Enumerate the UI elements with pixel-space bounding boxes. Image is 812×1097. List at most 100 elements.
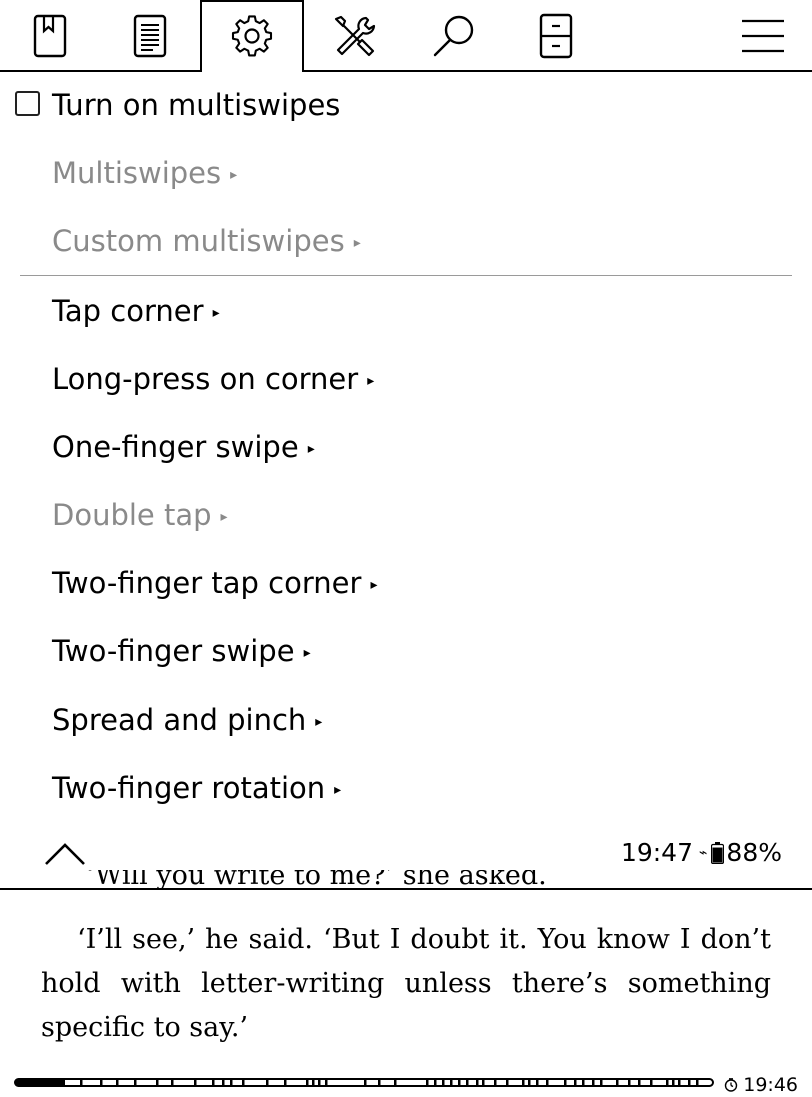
chapter-mark (466, 1080, 469, 1085)
chapter-mark (442, 1080, 445, 1085)
menu-item-label: One-finger swipe (52, 430, 299, 464)
charging-icon: ⌁ (698, 845, 708, 861)
chapter-mark (672, 1080, 675, 1085)
menu-item-custom-multiswipes[interactable]: Custom multiswipes ▸ (52, 224, 361, 260)
footer-time-text: 19:46 (743, 1074, 798, 1096)
chapter-mark (678, 1080, 681, 1085)
tab-bookmark[interactable] (0, 0, 100, 72)
contents-list-icon (133, 14, 167, 58)
chapter-mark (564, 1080, 567, 1085)
chapter-mark (171, 1080, 174, 1085)
hamburger-menu-icon (742, 19, 784, 53)
reading-progress-bar[interactable] (14, 1078, 714, 1087)
book-partial-line: ‘Will you write to me?’ she asked. (86, 870, 786, 892)
menu-item-label: Double tap (52, 498, 212, 532)
chapter-mark (650, 1080, 653, 1085)
chapter-mark (616, 1080, 619, 1085)
footer-clock: 19:46 (724, 1074, 798, 1096)
tab-contents[interactable] (100, 0, 200, 72)
chapter-mark (628, 1080, 631, 1085)
submenu-arrow-icon: ▸ (212, 305, 220, 321)
submenu-arrow-icon: ▸ (220, 509, 228, 525)
menu-item-label: Multiswipes (52, 156, 222, 190)
tools-icon (334, 15, 376, 57)
chapter-mark (426, 1080, 429, 1085)
chapter-mark (696, 1080, 699, 1085)
menu-item-label: Custom multiswipes (52, 224, 345, 258)
submenu-arrow-icon: ▸ (307, 441, 315, 457)
menu-item-long-press-on-corner[interactable]: Long-press on corner ▸ (52, 362, 374, 398)
chapter-mark (318, 1080, 321, 1085)
chapter-mark (458, 1080, 461, 1085)
top-tab-bar (0, 0, 812, 72)
chapter-mark (378, 1080, 381, 1085)
menu-item-two-finger-rotation[interactable]: Two-finger rotation ▸ (52, 771, 341, 807)
chapter-mark (506, 1080, 509, 1085)
chapter-mark (312, 1080, 315, 1085)
chapter-mark (688, 1080, 691, 1085)
menu-item-one-finger-swipe[interactable]: One-finger swipe ▸ (52, 430, 315, 466)
submenu-arrow-icon: ▸ (315, 714, 323, 730)
chapter-mark (494, 1080, 497, 1085)
menu-item-label: Two-finger swipe (52, 634, 295, 668)
status-time: 19:47 (620, 838, 693, 867)
chapter-mark (194, 1080, 197, 1085)
menu-item-multiswipes[interactable]: Multiswipes ▸ (52, 156, 237, 192)
chapter-mark (592, 1080, 595, 1085)
chapter-mark (450, 1080, 453, 1085)
menu-item-two-finger-swipe[interactable]: Two-finger swipe ▸ (52, 634, 311, 670)
status-bar: 19:47 ⌁ 88% (621, 838, 782, 868)
chapter-mark (306, 1080, 309, 1085)
chapter-mark (325, 1080, 328, 1085)
chapter-mark (434, 1080, 437, 1085)
chapter-mark (546, 1080, 549, 1085)
chapter-mark (394, 1080, 397, 1085)
gear-icon (231, 15, 273, 57)
menu-item-two-finger-tap-corner[interactable]: Two-finger tap corner ▸ (52, 566, 377, 602)
clock-icon (725, 1078, 738, 1092)
turn-on-multiswipes-option[interactable]: Turn on multiswipes (52, 88, 340, 122)
chapter-mark (156, 1080, 159, 1085)
menu-item-double-tap[interactable]: Double tap ▸ (52, 498, 228, 534)
tab-tools[interactable] (304, 0, 404, 72)
checkbox-label: Turn on multiswipes (52, 88, 341, 122)
chapter-mark (242, 1080, 245, 1085)
chapter-mark (522, 1080, 525, 1085)
chapter-mark (80, 1080, 83, 1085)
menu-item-tap-corner[interactable]: Tap corner ▸ (52, 294, 220, 330)
tab-menu[interactable] (720, 0, 806, 72)
submenu-arrow-icon: ▸ (303, 645, 311, 661)
submenu-arrow-icon: ▸ (230, 167, 238, 183)
chapter-mark (536, 1080, 539, 1085)
tab-settings[interactable] (202, 0, 302, 72)
menu-item-spread-and-pinch[interactable]: Spread and pinch ▸ (52, 703, 322, 739)
chapter-mark (666, 1080, 669, 1085)
chapter-mark (482, 1080, 485, 1085)
collapse-menu-button[interactable] (44, 838, 86, 868)
menu-item-label: Spread and pinch (52, 703, 307, 737)
chevron-up-icon (45, 843, 85, 865)
tab-search[interactable] (404, 0, 504, 72)
submenu-arrow-icon: ▸ (334, 782, 342, 798)
tab-filing-cabinet[interactable] (506, 0, 606, 72)
battery-icon (711, 842, 725, 864)
chapter-mark (100, 1080, 103, 1085)
chapter-mark (212, 1080, 215, 1085)
menu-item-label: Tap corner (52, 294, 204, 328)
submenu-arrow-icon: ▸ (370, 577, 378, 593)
chapter-mark (528, 1080, 531, 1085)
menu-divider (20, 275, 792, 276)
submenu-arrow-icon: ▸ (353, 235, 361, 251)
book-partial-line-text: ‘Will you write to me?’ she asked. (86, 870, 547, 891)
menu-item-label: Two-finger tap corner (52, 566, 362, 600)
multiswipes-checkbox[interactable] (15, 91, 40, 116)
book-paragraph: ‘I’ll see,’ he said. ‘But I doubt it. Yo… (41, 924, 771, 1043)
chapter-mark (600, 1080, 603, 1085)
chapter-mark (222, 1080, 225, 1085)
chapter-mark (476, 1080, 479, 1085)
chapter-mark (364, 1080, 367, 1085)
bookmark-icon (33, 14, 67, 58)
chapter-mark (266, 1080, 269, 1085)
chapter-mark (574, 1080, 577, 1085)
chapter-mark (116, 1080, 119, 1085)
